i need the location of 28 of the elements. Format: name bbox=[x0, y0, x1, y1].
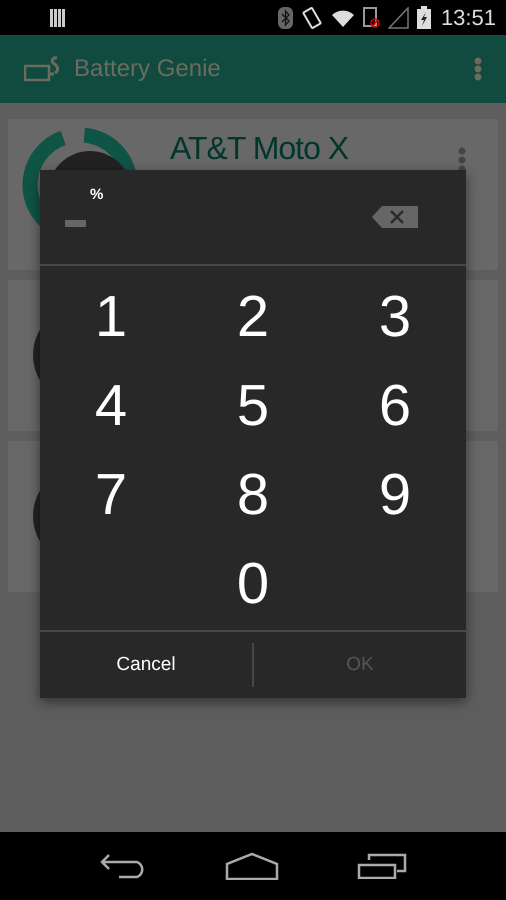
digit-key[interactable]: 1 bbox=[66, 276, 156, 356]
digit-key[interactable]: 8 bbox=[208, 454, 298, 534]
backspace-icon[interactable] bbox=[372, 206, 418, 228]
digit-key[interactable]: 7 bbox=[66, 454, 156, 534]
overflow-menu-icon[interactable] bbox=[458, 147, 466, 173]
vibrate-icon bbox=[300, 6, 323, 28]
digit-key[interactable]: 3 bbox=[350, 276, 440, 356]
recent-apps-icon[interactable] bbox=[357, 853, 407, 879]
bluetooth-icon bbox=[278, 6, 293, 28]
digit-key[interactable]: 2 bbox=[208, 276, 298, 356]
device-name: AT&T Moto X bbox=[170, 131, 350, 166]
app-title: Battery Genie bbox=[74, 54, 222, 84]
sim-card-icon bbox=[362, 7, 380, 28]
genie-lamp-icon bbox=[24, 56, 60, 82]
status-time: 13:51 bbox=[440, 4, 496, 32]
empty-value-mark bbox=[65, 220, 86, 227]
digit-key[interactable]: 5 bbox=[208, 366, 298, 446]
home-icon[interactable] bbox=[225, 852, 279, 880]
notification-icon bbox=[50, 8, 65, 26]
battery-charging-icon bbox=[416, 6, 431, 29]
digit-key[interactable]: 0 bbox=[208, 544, 298, 624]
wifi-icon bbox=[330, 8, 355, 28]
cancel-button[interactable]: Cancel bbox=[40, 632, 252, 698]
unit-label: % bbox=[90, 185, 104, 205]
digit-key[interactable]: 4 bbox=[66, 366, 156, 446]
digit-key[interactable]: 6 bbox=[350, 366, 440, 446]
digit-key[interactable]: 9 bbox=[350, 454, 440, 534]
signal-icon bbox=[388, 6, 409, 28]
